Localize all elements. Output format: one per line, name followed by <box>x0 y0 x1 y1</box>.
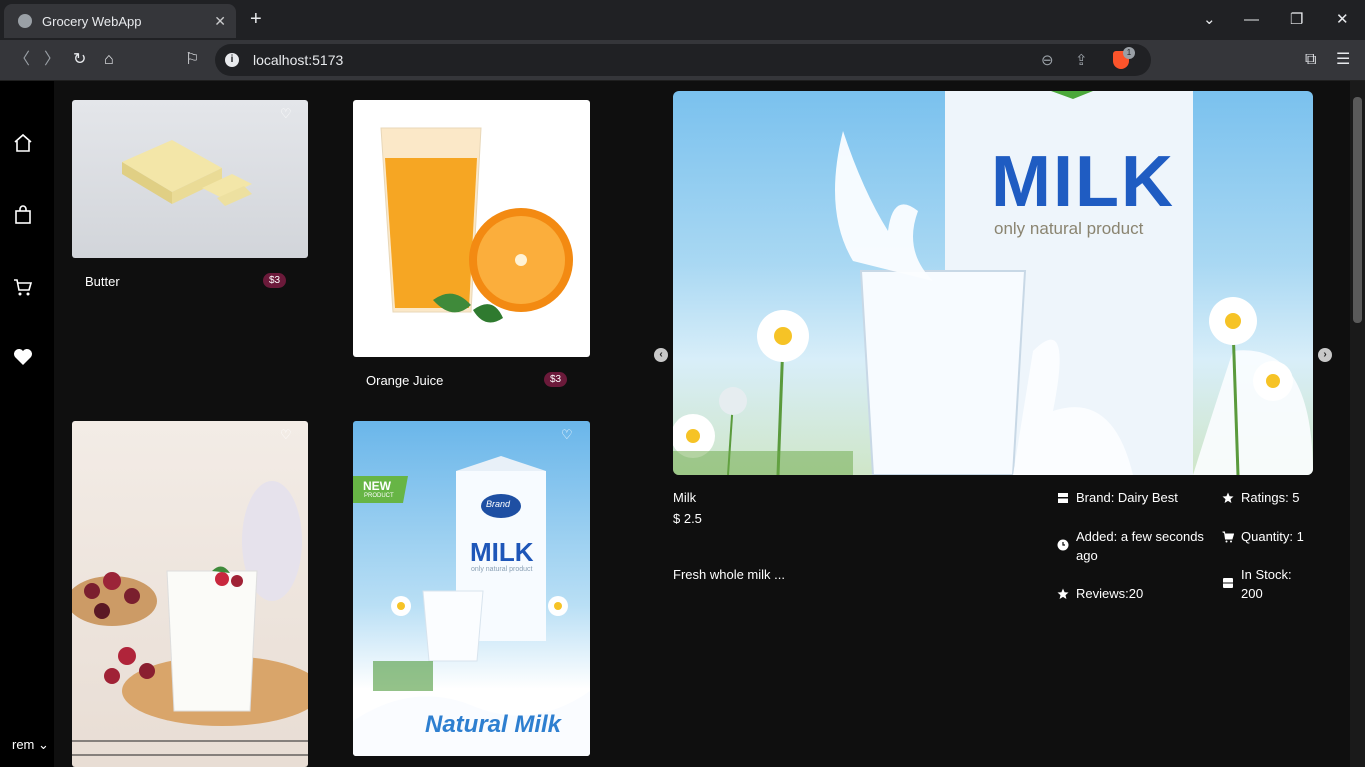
close-tab-icon[interactable]: ✕ <box>214 13 226 30</box>
orange-juice-image[interactable]: ♡ <box>353 100 590 357</box>
store-icon <box>1058 493 1068 503</box>
restore-button[interactable]: ❐ <box>1290 10 1303 30</box>
carton-title: MILK <box>470 537 534 567</box>
butter-image[interactable]: ♡ <box>72 100 308 258</box>
reload-icon[interactable]: ↻ <box>73 50 86 70</box>
home-nav-icon[interactable] <box>13 133 33 153</box>
close-window-button[interactable]: ✕ <box>1336 10 1349 30</box>
username: rem <box>12 737 35 752</box>
shield-count-badge: 1 <box>1123 47 1135 59</box>
detail-added: Added: a few seconds ago <box>1076 529 1204 563</box>
favorite-heart-icon[interactable]: ♡ <box>561 106 573 122</box>
detail-price: $ 2.5 <box>673 511 702 526</box>
zoom-icon[interactable]: ⊖ <box>1041 51 1054 69</box>
shopping-bag-icon[interactable] <box>13 205 33 225</box>
yogurt-illustration <box>72 481 308 756</box>
extensions-icon[interactable]: ⧉ <box>1305 50 1316 70</box>
favorite-heart-icon[interactable]: ♡ <box>280 106 292 122</box>
home-icon[interactable]: ⌂ <box>104 50 114 70</box>
warehouse-icon <box>1223 578 1233 588</box>
natural-milk-script: Natural Milk <box>425 711 562 738</box>
favorite-heart-icon[interactable]: ♡ <box>280 427 292 443</box>
user-menu[interactable]: rem ⌄ <box>12 737 49 753</box>
star-icon <box>1222 492 1234 503</box>
product-detail-image: MILK only natural product <box>673 91 1313 475</box>
detail-name: Milk <box>673 490 697 505</box>
new-badge-sub: PRODUCT <box>364 493 394 499</box>
milk-product-image[interactable]: NEW PRODUCT Brand MILK only natural prod… <box>353 421 590 756</box>
price-badge: $3 <box>263 273 287 288</box>
favorites-heart-icon[interactable] <box>13 347 33 367</box>
carton-brand: Brand <box>486 499 511 509</box>
carton-subtitle: only natural product <box>471 566 533 573</box>
minimize-button[interactable]: — <box>1244 10 1259 30</box>
hero-title: MILK <box>991 142 1175 222</box>
cart-icon <box>1222 531 1234 543</box>
butter-illustration <box>122 140 252 206</box>
scrollbar-thumb[interactable] <box>1353 97 1362 323</box>
new-badge: NEW <box>363 479 391 493</box>
site-info-icon[interactable]: i <box>225 53 239 67</box>
yogurt-image[interactable]: ♡ <box>72 421 308 767</box>
star-icon <box>1057 588 1069 599</box>
tab-search-icon[interactable]: ⌄ <box>1203 10 1216 30</box>
detail-in-stock: In Stock: 200 <box>1241 567 1292 601</box>
detail-quantity: Quantity: 1 <box>1241 529 1304 544</box>
clock-icon <box>1057 539 1069 551</box>
hero-subtitle: only natural product <box>994 219 1144 238</box>
share-icon[interactable]: ⇪ <box>1075 51 1088 69</box>
page-scrollbar[interactable] <box>1350 81 1365 767</box>
detail-reviews: Reviews:20 <box>1076 586 1144 601</box>
detail-brand: Brand: Dairy Best <box>1076 490 1178 505</box>
new-tab-button[interactable]: + <box>250 9 262 29</box>
favorite-heart-icon[interactable]: ♡ <box>561 427 573 443</box>
address-bar[interactable]: i localhost:5173 ⊖ ⇪ 1 <box>215 44 1151 76</box>
forward-icon[interactable]: 〉 <box>44 50 60 70</box>
prev-arrow-button[interactable]: ‹ <box>654 348 668 362</box>
back-icon[interactable]: 〈 <box>14 50 30 70</box>
browser-tab-bar: Grocery WebApp ✕ + ⌄ — ❐ ✕ <box>0 0 1365 40</box>
globe-icon <box>18 14 32 28</box>
cart-icon[interactable] <box>13 277 33 297</box>
bookmark-icon[interactable]: ⚐ <box>185 50 199 70</box>
detail-ratings: Ratings: 5 <box>1241 490 1300 505</box>
menu-icon[interactable]: ☰ <box>1336 50 1350 70</box>
product-name[interactable]: Orange Juice <box>366 373 443 388</box>
orange-juice-illustration <box>380 127 573 323</box>
app-sidebar: rem ⌄ <box>0 81 54 767</box>
price-badge: $3 <box>544 372 568 387</box>
url-text: localhost:5173 <box>253 52 344 68</box>
product-name[interactable]: Butter <box>85 274 120 289</box>
next-arrow-button[interactable]: › <box>1318 348 1332 362</box>
browser-tab[interactable]: Grocery WebApp ✕ <box>4 4 236 38</box>
milk-carton-illustration <box>353 456 590 756</box>
tab-title: Grocery WebApp <box>42 13 142 29</box>
browser-toolbar: 〈 〉 ↻ ⌂ ⚐ i localhost:5173 ⊖ ⇪ 1 ⧉ ☰ <box>0 40 1365 81</box>
detail-description: Fresh whole milk ... <box>673 567 785 582</box>
